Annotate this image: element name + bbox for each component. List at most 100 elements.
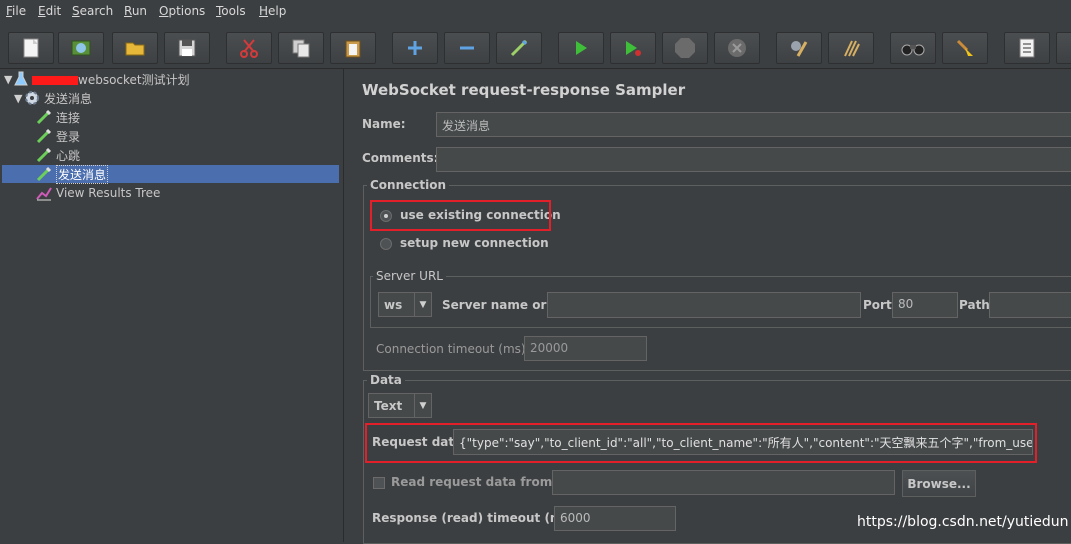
file-path-field[interactable] — [552, 470, 895, 495]
collapse-button[interactable] — [444, 32, 490, 64]
gear-icon — [25, 91, 39, 105]
name-label: Name: — [362, 117, 406, 131]
menu-tools[interactable]: Tools — [216, 4, 246, 18]
shutdown-icon — [728, 39, 746, 57]
templates-button[interactable] — [58, 32, 104, 64]
pipette-icon — [36, 109, 52, 125]
pipette-icon — [36, 147, 52, 163]
tree-node-thread-group[interactable]: ▼ 发送消息 — [14, 89, 92, 107]
highlight-box — [370, 200, 551, 231]
start-no-pauses-button[interactable] — [610, 32, 656, 64]
binoculars-icon — [901, 44, 925, 56]
expand-arrow-icon[interactable]: ▼ — [4, 73, 14, 86]
tree-node-listener[interactable]: View Results Tree — [36, 184, 160, 202]
port-field[interactable]: 80 — [892, 292, 958, 318]
tree-node-sampler-send[interactable]: 发送消息 — [2, 164, 339, 184]
menu-run[interactable]: Run — [124, 4, 147, 18]
connection-timeout-field[interactable]: 20000 — [524, 336, 647, 361]
play-icon — [576, 41, 587, 55]
clear-all-icon — [844, 40, 860, 57]
clear-all-button[interactable] — [828, 32, 874, 64]
data-type-select[interactable]: Text ▼ — [368, 393, 432, 418]
minus-icon — [460, 46, 474, 50]
menu-edit[interactable]: Edit — [38, 4, 61, 18]
open-folder-icon — [125, 42, 145, 56]
open-button[interactable] — [112, 32, 158, 64]
tree-label-listener: View Results Tree — [56, 186, 161, 200]
clear-button[interactable] — [776, 32, 822, 64]
templates-icon — [71, 40, 91, 56]
save-icon — [178, 39, 196, 57]
menu-bar: File Edit Search Run Options Tools Help — [0, 0, 1071, 24]
toggle-wand-icon — [510, 39, 528, 57]
pipette-icon — [36, 166, 52, 182]
chevron-down-icon[interactable]: ▼ — [414, 394, 431, 417]
pipette-icon — [36, 128, 52, 144]
request-data-field[interactable]: {"type":"say","to_client_id":"all","to_c… — [453, 429, 1033, 455]
watermark: https://blog.csdn.net/yutiedun — [857, 514, 1069, 530]
tree-node-test-plan[interactable]: ▼ websocket测试计划 — [4, 70, 190, 88]
save-button[interactable] — [164, 32, 210, 64]
copy-button[interactable] — [278, 32, 324, 64]
help-button[interactable] — [1056, 32, 1071, 64]
path-field[interactable] — [989, 292, 1071, 318]
tree-label-test-plan: websocket测试计划 — [78, 72, 190, 87]
broom-gear-icon — [791, 41, 808, 57]
search-button[interactable] — [890, 32, 936, 64]
paste-icon — [345, 40, 361, 58]
tree-label-sampler: 心跳 — [56, 148, 81, 163]
server-url-title: Server URL — [373, 269, 446, 283]
connection-panel-title: Connection — [367, 178, 450, 192]
comments-field[interactable] — [436, 147, 1071, 172]
stop-button[interactable] — [662, 32, 708, 64]
tree-label-sampler: 连接 — [56, 110, 81, 125]
plus-icon — [408, 41, 422, 55]
name-field[interactable]: 发送消息 — [436, 112, 1071, 137]
connection-timeout-label: Connection timeout (ms): — [376, 342, 530, 356]
data-panel-title: Data — [367, 373, 405, 387]
radio-new-connection[interactable] — [380, 238, 392, 250]
chevron-down-icon[interactable]: ▼ — [414, 293, 431, 316]
tree-label-sampler: 登录 — [56, 129, 81, 144]
redacted-mark — [32, 75, 78, 85]
data-type-value: Text — [374, 398, 403, 413]
comments-label: Comments: — [362, 151, 439, 165]
start-button[interactable] — [558, 32, 604, 64]
tree-label-thread-group: 发送消息 — [44, 91, 93, 106]
graph-icon — [36, 187, 52, 201]
copy-icon — [292, 39, 310, 58]
menu-options[interactable]: Options — [159, 4, 205, 18]
menu-file[interactable]: File — [6, 4, 26, 18]
tree-node-sampler-connect[interactable]: 连接 — [36, 108, 80, 126]
response-timeout-label: Response (read) timeout (ms): — [372, 511, 580, 525]
tree-label-sampler: 发送消息 — [56, 164, 109, 184]
expand-arrow-icon[interactable]: ▼ — [14, 92, 24, 105]
menu-search[interactable]: Search — [72, 4, 113, 18]
paste-button[interactable] — [330, 32, 376, 64]
toggle-button[interactable] — [496, 32, 542, 64]
cut-button[interactable] — [226, 32, 272, 64]
expand-button[interactable] — [392, 32, 438, 64]
tree-node-sampler-heartbeat[interactable]: 心跳 — [36, 146, 80, 164]
page-title: WebSocket request-response Sampler — [362, 81, 686, 99]
list-icon — [1019, 38, 1035, 58]
response-timeout-field[interactable]: 6000 — [554, 506, 676, 531]
server-name-field[interactable] — [547, 292, 861, 318]
tree-node-sampler-login[interactable]: 登录 — [36, 127, 80, 145]
sampler-editor: WebSocket request-response Sampler Name:… — [345, 69, 1071, 544]
new-button[interactable] — [8, 32, 54, 64]
shutdown-button[interactable] — [714, 32, 760, 64]
toolbar — [0, 24, 1071, 69]
reset-search-button[interactable] — [942, 32, 988, 64]
protocol-value: ws — [384, 297, 403, 312]
read-from-file-checkbox[interactable] — [373, 477, 385, 489]
play-no-pause-icon — [626, 41, 641, 56]
protocol-select[interactable]: ws ▼ — [378, 292, 432, 317]
broom-icon — [956, 39, 973, 56]
new-connection-label[interactable]: setup new connection — [400, 236, 549, 250]
function-helper-button[interactable] — [1004, 32, 1050, 64]
menu-help[interactable]: Help — [259, 4, 286, 18]
browse-button[interactable]: Browse... — [902, 470, 976, 497]
new-file-icon — [23, 38, 39, 58]
flask-icon — [14, 71, 28, 86]
